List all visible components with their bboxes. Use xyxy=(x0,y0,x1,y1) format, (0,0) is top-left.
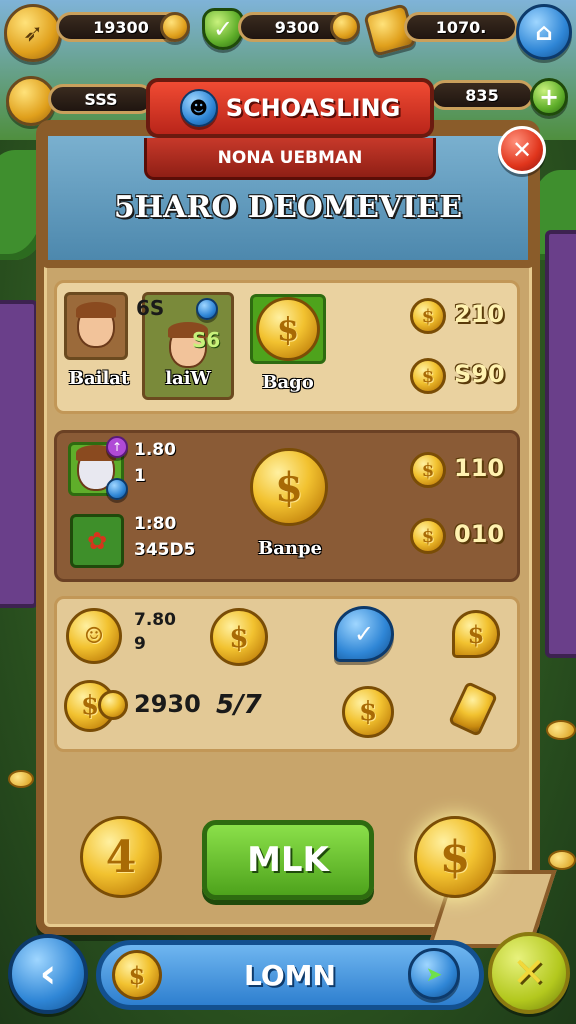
character-coin-icon[interactable]: ☺ xyxy=(66,608,122,664)
dollar-coin-icon: $ xyxy=(410,518,446,554)
row-1-value-b: 1 xyxy=(134,466,146,486)
resource-2-value: 9300 xyxy=(274,17,320,37)
coin-stack-icon xyxy=(98,690,128,720)
info-badge-icon xyxy=(106,478,128,500)
card-2-badge-value: S6 xyxy=(192,328,221,352)
gift-box-icon[interactable]: ✿ xyxy=(70,514,124,568)
row-3-value-a: 7.80 xyxy=(134,610,176,630)
resource-2-coin-icon xyxy=(330,12,360,42)
dollar-coin-icon: $ xyxy=(256,297,320,361)
dollar-coin-icon[interactable]: $ xyxy=(250,448,328,526)
price-3[interactable]: 110 xyxy=(454,454,504,482)
character-portrait-icon xyxy=(76,302,116,348)
character-card-1[interactable] xyxy=(64,292,128,360)
row-1-value-a: 1.80 xyxy=(134,440,176,460)
coin-pack-label: Bago xyxy=(262,372,314,393)
arrow-icon[interactable]: ➶ xyxy=(4,4,62,62)
row-3-value-b: 9 xyxy=(134,634,146,654)
price-4[interactable]: 010 xyxy=(454,520,504,548)
row-4-value: 2930 xyxy=(134,690,201,718)
resource-1-coin-icon xyxy=(160,12,190,42)
coin-counter-icon[interactable]: 4 xyxy=(80,816,162,898)
resource-4-counter: SSS xyxy=(48,84,154,114)
coin-bundle-label: Banpe xyxy=(257,538,322,559)
card-2-label: laiW xyxy=(165,368,211,389)
resource-3-counter: 1070. xyxy=(404,12,518,42)
dollar-coin-icon: $ xyxy=(410,358,446,394)
main-action-button[interactable]: MLK xyxy=(202,820,374,900)
resource-4-value: SSS xyxy=(84,89,118,109)
title-text: SCHOASLING xyxy=(225,94,401,122)
row-4-side-value: 5/7 xyxy=(216,690,262,720)
home-icon[interactable]: ⌂ xyxy=(516,4,572,60)
title-banner: ☻ SCHOASLING xyxy=(146,78,434,138)
background-coin xyxy=(548,850,576,870)
card-2-top-value: 6S xyxy=(136,296,165,320)
dollar-coin-icon: $ xyxy=(410,298,446,334)
left-coin-value: 4 xyxy=(105,831,137,883)
badge-icon xyxy=(196,298,218,320)
background-building xyxy=(0,300,38,608)
price-1[interactable]: 210 xyxy=(454,300,504,328)
back-arrow-icon[interactable]: ‹ xyxy=(8,934,88,1014)
resource-5-counter: 835 xyxy=(430,80,534,110)
title-emblem-icon: ☻ xyxy=(179,89,218,127)
dollar-coin-icon: $ xyxy=(112,950,162,1000)
dollar-coin-icon[interactable]: $ xyxy=(342,686,394,738)
coin-bubble-icon[interactable]: $ xyxy=(452,610,500,658)
resource-3-value: 1070. xyxy=(435,17,487,37)
dollar-coin-icon: $ xyxy=(410,452,446,488)
page-heading: 5HARO DEOMEVIEE xyxy=(113,189,463,225)
card-1-label: Bailat xyxy=(68,368,130,389)
background-building xyxy=(545,230,576,658)
close-icon[interactable]: ✕ xyxy=(498,126,546,174)
resource-1-value: 19300 xyxy=(93,17,149,37)
plus-icon[interactable]: + xyxy=(530,78,568,116)
coin-pack-card[interactable]: $ xyxy=(250,294,326,364)
background-coin xyxy=(546,720,576,740)
dollar-coin-icon[interactable]: $ xyxy=(414,816,496,898)
row-2-value-b: 345D5 xyxy=(134,540,196,560)
subtitle-banner: NONA UEBMAN xyxy=(144,138,436,180)
bottom-bar-label: LOMN xyxy=(244,958,336,992)
offer-section-3 xyxy=(54,596,520,752)
cross-icon[interactable]: ✕ xyxy=(488,932,570,1014)
send-icon[interactable]: ➤ xyxy=(408,948,460,1000)
resource-5-value: 835 xyxy=(465,85,499,105)
row-2-value-a: 1:80 xyxy=(134,514,177,534)
upgrade-badge-icon: ↑ xyxy=(106,436,128,458)
chat-icon[interactable]: ✓ xyxy=(334,606,394,662)
dollar-coin-icon[interactable]: $ xyxy=(210,608,268,666)
background-coin xyxy=(8,770,34,788)
subtitle-text: NONA UEBMAN xyxy=(217,147,363,168)
price-2[interactable]: S90 xyxy=(454,360,505,388)
